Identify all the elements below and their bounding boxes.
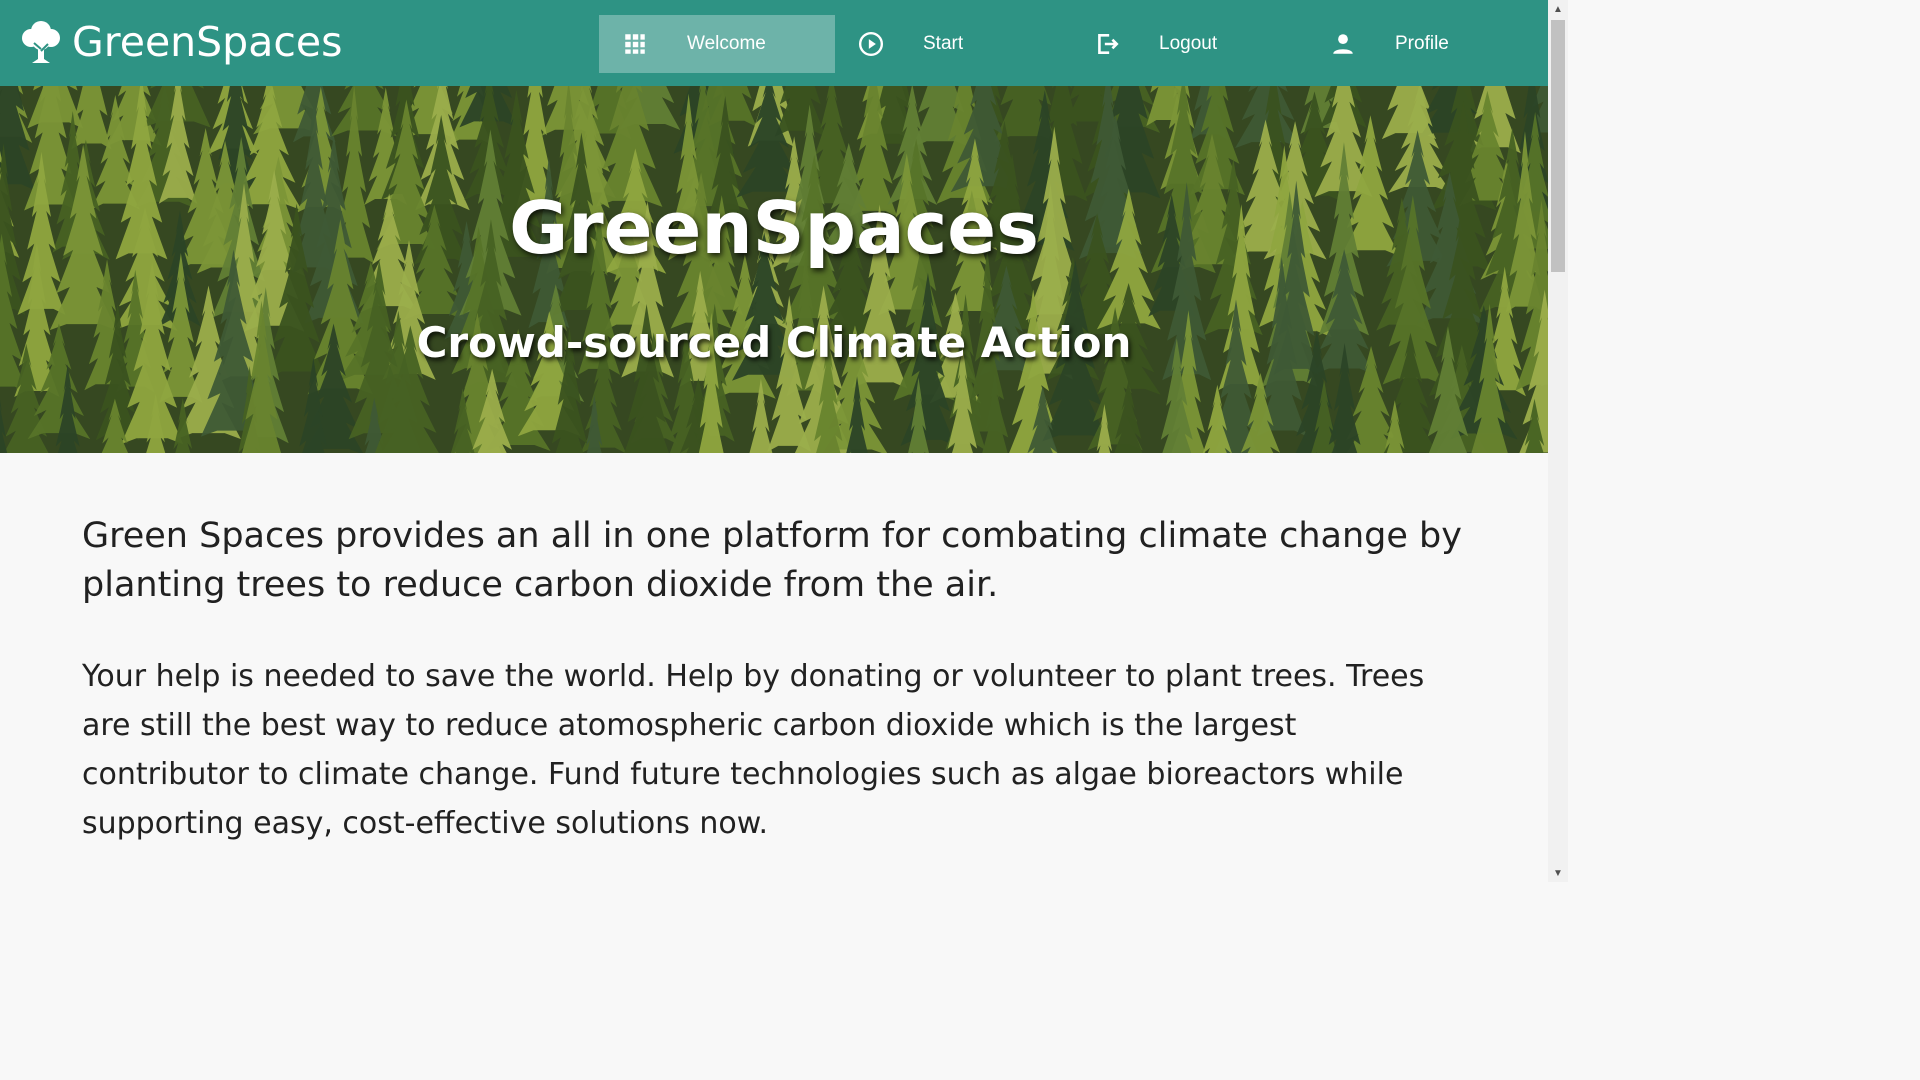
nav-welcome[interactable]: Welcome: [599, 15, 835, 73]
nav-profile[interactable]: Profile: [1307, 15, 1543, 73]
hero-banner: GreenSpaces Crowd-sourced Climate Action: [0, 86, 1548, 453]
nav-start[interactable]: Start: [835, 15, 1071, 73]
scroll-down-arrow-icon[interactable]: ▼: [1548, 864, 1568, 882]
brand-link[interactable]: GreenSpaces: [20, 14, 342, 70]
nav-welcome-label: Welcome: [687, 33, 766, 54]
scroll-thumb[interactable]: [1551, 20, 1565, 272]
hero-title: GreenSpaces: [509, 186, 1039, 270]
user-icon: [1329, 30, 1357, 58]
lead-text: Green Spaces provides an all in one plat…: [82, 516, 1462, 605]
nav-logout-label: Logout: [1159, 33, 1218, 54]
nav-logout[interactable]: Logout: [1071, 15, 1307, 73]
play-circle-icon: [857, 30, 885, 58]
grid-icon: [621, 30, 649, 58]
vertical-scrollbar[interactable]: ▲ ▼: [1548, 0, 1568, 882]
brand-name: GreenSpaces: [72, 18, 343, 66]
main-content: Green Spaces provides an all in one plat…: [82, 512, 1462, 848]
nav-profile-label: Profile: [1395, 33, 1449, 54]
hero-subtitle: Crowd-sourced Climate Action: [416, 318, 1132, 367]
nav-start-label: Start: [923, 33, 964, 54]
tree-icon: [22, 21, 60, 63]
logout-icon: [1093, 30, 1121, 58]
body-paragraph: Your help is needed to save the world. H…: [82, 659, 1425, 841]
top-navbar: GreenSpaces Welcome Start Logout Profile: [0, 0, 1548, 86]
scroll-up-arrow-icon[interactable]: ▲: [1548, 0, 1568, 18]
